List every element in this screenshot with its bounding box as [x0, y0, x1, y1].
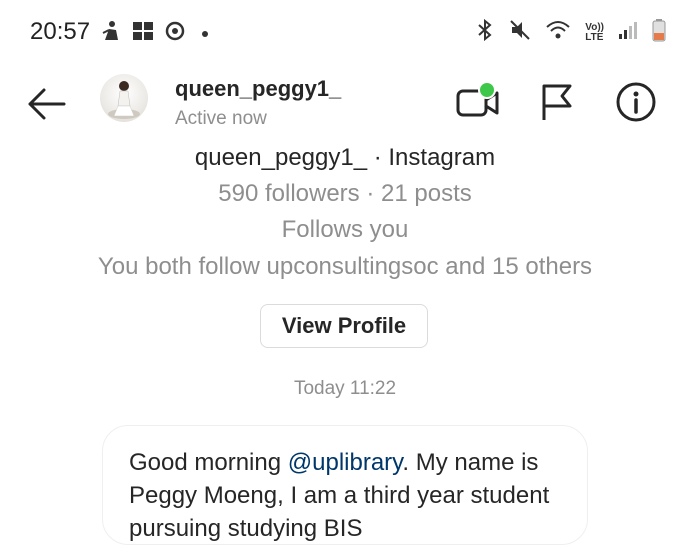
profile-stats: 590 followers · 21 posts: [218, 180, 472, 207]
status-clock: 20:57: [30, 18, 91, 45]
chat-username[interactable]: queen_peggy1_: [175, 76, 341, 102]
message-text: Good morning @uplibrary. My name is Pegg…: [129, 446, 569, 545]
message-prefix: Good morning: [129, 449, 288, 476]
mutual-followers: You both follow upconsultingsoc and 15 o…: [97, 253, 593, 280]
mute-icon: [509, 18, 531, 47]
info-button[interactable]: [614, 80, 658, 124]
bluetooth-icon: [475, 18, 495, 47]
signal-icon: [618, 20, 638, 45]
video-camera-icon: [455, 81, 503, 128]
message-bubble[interactable]: Good morning @uplibrary. My name is Pegg…: [102, 425, 588, 545]
back-button[interactable]: [26, 86, 68, 122]
status-bar: 20:57 Vo)) LTE: [0, 0, 690, 66]
profile-name-line: queen_peggy1_ · Instagram: [194, 144, 496, 171]
flag-icon: [536, 84, 580, 128]
more-notifications-dot: [202, 30, 208, 37]
volte-lte-icon: Vo)) LTE: [585, 21, 604, 43]
notification-sync-icon: [164, 20, 186, 47]
notification-figure-icon: [100, 20, 122, 47]
battery-icon: [652, 18, 666, 47]
wifi-icon: [545, 19, 571, 46]
back-arrow-icon: [26, 88, 68, 126]
follows-you-label: Follows you: [281, 216, 409, 243]
report-flag-button[interactable]: [536, 80, 580, 124]
system-icons: Vo)) LTE: [475, 18, 666, 47]
mention-link[interactable]: @uplibrary: [288, 449, 403, 476]
active-status: Active now: [175, 108, 267, 129]
notification-grid-icon: [132, 20, 154, 47]
chat-header: queen_peggy1_ Active now: [0, 66, 690, 142]
notification-icons: [100, 20, 208, 47]
avatar[interactable]: [100, 74, 148, 122]
message-timestamp: Today 11:22: [293, 378, 397, 399]
info-icon: [614, 82, 658, 128]
view-profile-button[interactable]: View Profile: [260, 304, 428, 348]
video-call-button[interactable]: [455, 80, 499, 124]
